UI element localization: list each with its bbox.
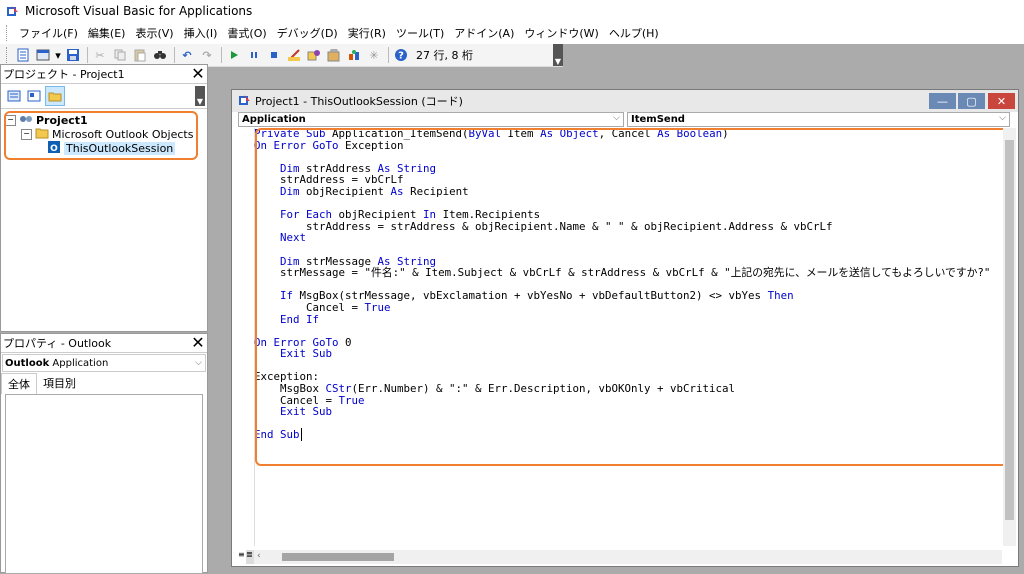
properties-title: プロパティ - Outlook [3, 337, 112, 350]
procedure-view-icon[interactable]: ≡ [238, 550, 246, 564]
toolbar-separator [174, 47, 175, 63]
window-title: Microsoft Visual Basic for Applications [25, 4, 253, 18]
project-explorer-scroll-arrow[interactable]: ▼ [195, 86, 205, 106]
properties-header: プロパティ - Outlook ✕ [1, 334, 207, 353]
help-icon[interactable]: ? [392, 46, 410, 64]
object-combo-value: Application [242, 114, 306, 125]
chevron-down-icon[interactable]: ⌵ [999, 113, 1006, 123]
dropdown-arrow-icon[interactable]: ▾ [54, 46, 62, 64]
menu-format[interactable]: 書式(O) [222, 25, 271, 41]
object-combo[interactable]: Application ⌵ [238, 112, 624, 127]
paste-icon[interactable] [131, 46, 149, 64]
project-explorer-toolbar: ▼ [1, 84, 207, 109]
project-explorer-title: プロジェクト - Project1 [3, 68, 125, 81]
menu-tools[interactable]: ツール(T) [391, 25, 449, 41]
tab-all[interactable]: 全体 [1, 373, 37, 394]
project-explorer-header: プロジェクト - Project1 ✕ [1, 65, 207, 84]
break-icon[interactable] [245, 46, 263, 64]
toolbar-separator [221, 47, 222, 63]
properties-window: プロパティ - Outlook ✕ Outlook Application ⌵ … [0, 333, 208, 574]
procedure-combo[interactable]: ItemSend ⌵ [627, 112, 1010, 127]
cursor-position: 27 行, 8 桁 [416, 49, 473, 62]
save-icon[interactable] [64, 46, 82, 64]
copy-icon[interactable] [111, 46, 129, 64]
cut-icon[interactable]: ✂ [91, 46, 109, 64]
menu-debug[interactable]: デバッグ(D) [272, 25, 343, 41]
toolbar-separator [87, 47, 88, 63]
menu-insert[interactable]: 挿入(I) [179, 25, 223, 41]
vba-app-icon [6, 4, 20, 18]
menu-help[interactable]: ヘルプ(H) [604, 25, 664, 41]
object-name: Outlook [5, 357, 50, 369]
properties-list[interactable] [5, 394, 203, 574]
svg-text:?: ? [398, 51, 404, 62]
vertical-scrollbar[interactable] [1003, 128, 1016, 546]
menu-run[interactable]: 実行(R) [343, 25, 391, 41]
design-mode-icon[interactable] [285, 46, 303, 64]
reset-icon[interactable] [265, 46, 283, 64]
menu-view[interactable]: 表示(V) [130, 25, 178, 41]
run-icon[interactable] [225, 46, 243, 64]
chevron-down-icon[interactable]: ⌵ [613, 113, 620, 123]
properties-window-icon[interactable] [325, 46, 343, 64]
vertical-scroll-thumb[interactable] [1005, 140, 1014, 520]
maximize-button[interactable]: ▢ [958, 93, 985, 109]
project-explorer: プロジェクト - Project1 ✕ ▼ − Project1 − Micro… [0, 64, 208, 332]
full-module-view-icon[interactable]: ≣ [246, 550, 254, 564]
menu-grip [6, 25, 10, 41]
find-icon[interactable] [151, 46, 169, 64]
title-bar: Microsoft Visual Basic for Applications [0, 0, 1024, 22]
menu-bar: ファイル(F) 編集(E) 表示(V) 挿入(I) 書式(O) デバッグ(D) … [0, 22, 1024, 44]
menu-edit[interactable]: 編集(E) [83, 25, 131, 41]
horizontal-scrollbar[interactable]: ‹ [254, 550, 1002, 564]
project-explorer-icon[interactable] [305, 46, 323, 64]
object-selector[interactable]: Outlook Application ⌵ [2, 354, 206, 372]
scroll-left-icon[interactable]: ‹ [257, 551, 261, 561]
toggle-folders-icon[interactable] [45, 86, 65, 106]
menu-addins[interactable]: アドイン(A) [449, 25, 519, 41]
toolbar-separator [388, 47, 389, 63]
margin-indicator-bar[interactable] [232, 128, 255, 546]
project-tree: − Project1 − Microsoft Outlook Objects O… [1, 109, 207, 329]
horizontal-scroll-thumb[interactable] [282, 553, 394, 561]
redo-icon[interactable]: ↷ [198, 46, 216, 64]
view-code-icon[interactable] [5, 87, 23, 105]
close-button[interactable]: ✕ [988, 93, 1015, 109]
close-icon[interactable]: ✕ [189, 66, 207, 82]
toolbar-grip [6, 47, 10, 63]
menu-window[interactable]: ウィンドウ(W) [519, 25, 603, 41]
view-toggle-buttons: ≡ ≣ [238, 550, 254, 564]
undo-icon[interactable]: ↶ [178, 46, 196, 64]
tree-highlight-box [4, 111, 198, 160]
procedure-combo-value: ItemSend [631, 114, 685, 125]
code-window-icon [238, 93, 252, 110]
object-type: Application [52, 357, 109, 369]
properties-tabs: 全体 項目別 [1, 373, 207, 394]
chevron-down-icon[interactable]: ⌵ [195, 358, 202, 368]
code-window-title: Project1 - ThisOutlookSession (コード) [255, 95, 463, 108]
object-browser-icon[interactable] [345, 46, 363, 64]
close-icon[interactable]: ✕ [189, 335, 207, 351]
view-excel-icon[interactable] [14, 46, 32, 64]
toolbox-icon[interactable]: ✳ [365, 46, 383, 64]
insert-userform-icon[interactable] [34, 46, 52, 64]
toolbar-options-icon[interactable]: ▼ [553, 44, 563, 66]
view-object-icon[interactable] [25, 87, 43, 105]
menu-file[interactable]: ファイル(F) [14, 25, 83, 41]
code-window-titlebar: Project1 - ThisOutlookSession (コード) — ▢ … [232, 90, 1018, 112]
code-window: Project1 - ThisOutlookSession (コード) — ▢ … [231, 89, 1019, 567]
code-highlight-box [255, 128, 1009, 466]
minimize-button[interactable]: — [929, 93, 956, 109]
tab-category[interactable]: 項目別 [37, 373, 82, 394]
